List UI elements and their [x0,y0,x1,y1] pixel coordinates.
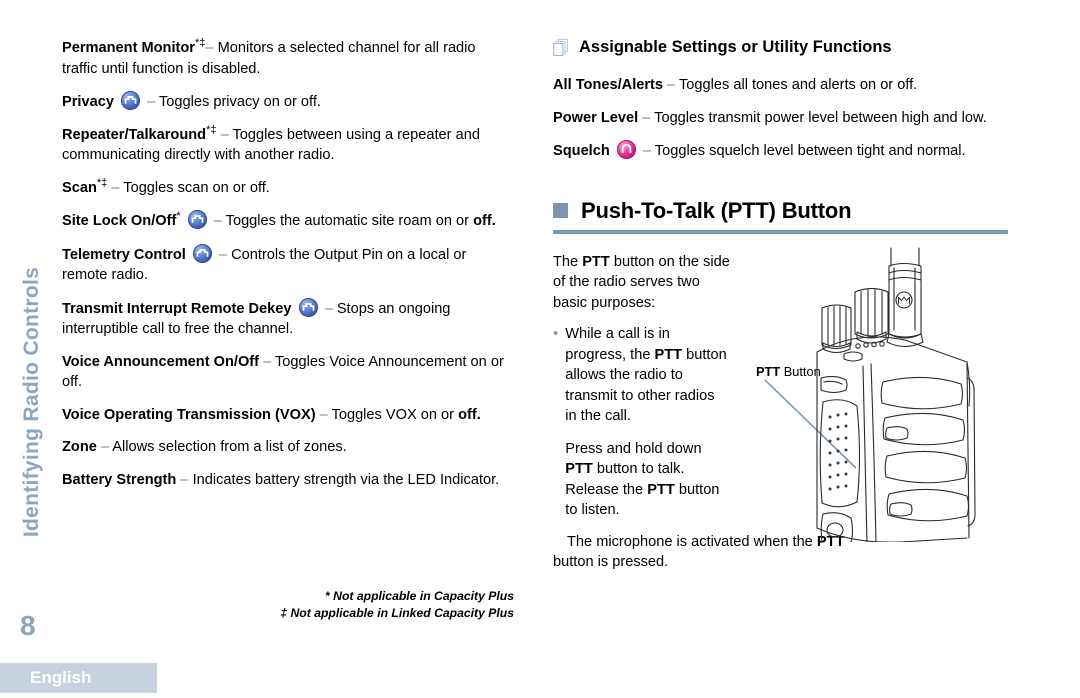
feature-term: Repeater/Talkaround [62,126,207,143]
feature-description: Toggles privacy on or off. [155,94,321,110]
function-button-blue-icon [187,210,207,229]
feature-entry-all-tones-alerts: All Tones/Alerts – Toggles all tones and… [553,75,1008,96]
feature-term: Squelch [553,143,610,159]
feature-dash: – [324,300,333,317]
feature-footnote-marks: * [176,210,181,223]
ptt-section-heading: Push-To-Talk (PTT) Button [553,198,1008,224]
bullet-dot-icon: • [553,325,559,342]
ptt-closing-seg1: The microphone is activated when the [567,533,817,550]
feature-dash: – [100,439,110,455]
feature-description: Indicates battery strength via the LED I… [188,471,500,488]
page-number: 8 [20,610,36,641]
ptt-bullet-body: While a call is in progress, the PTT but… [565,324,729,521]
feature-term: Transmit Interrupt Remote Dekey [62,300,292,317]
feature-description: Toggles the automatic site roam on or [221,213,474,229]
ptt-intro-paragraph: The PTT button on the side of the radio … [553,252,733,314]
feature-description-bold-tail: off. [458,406,481,423]
feature-description: Toggles VOX on or [327,406,459,423]
assignable-settings-heading-label: Assignable Settings or Utility Functions [579,38,892,56]
feature-entry-vox: Voice Operating Transmission (VOX) – Tog… [62,405,514,426]
feature-footnote-marks: *‡ [194,37,206,50]
ptt-body: The PTT button on the side of the radio … [553,246,1008,573]
feature-term: Power Level [553,109,639,126]
ptt-cont-bold2: PTT [647,481,675,498]
feature-description: Toggles scan on or off. [119,179,270,196]
chapter-title-vertical: Identifying Radio Controls [20,266,43,538]
ptt-section-heading-label: Push-To-Talk (PTT) Button [581,197,852,223]
feature-dash: – [263,353,272,370]
right-content-column: Assignable Settings or Utility Functions… [553,38,1008,573]
square-bullet-icon [553,203,568,218]
footnotes-block: * Not applicable in Capacity Plus ‡ Not … [62,588,514,621]
feature-description: Allows selection from a list of zones. [109,439,347,455]
feature-entry-scan: Scan*‡ – Toggles scan on or off. [62,176,514,199]
feature-entry-permanent-monitor: Permanent Monitor*‡– Monitors a selected… [62,38,514,79]
language-tab: English [0,663,157,693]
feature-dash: – [205,40,214,56]
feature-entry-telemetry-control: Telemetry Control – Controls the Output … [62,243,514,286]
feature-term: Privacy [62,94,114,110]
ptt-cont-bold1: PTT [565,461,593,477]
feature-dash: – [180,471,189,488]
ptt-bullet-continuation: Press and hold down PTT button to talk. … [565,439,729,521]
feature-dash: – [147,94,156,110]
feature-entry-site-lock: Site Lock On/Off* – Toggles the automati… [62,210,514,232]
feature-term: Zone [62,439,97,455]
ptt-closing-seg2: button is pressed. [553,554,669,570]
feature-description-bold-tail: off. [473,213,496,229]
function-button-pink-icon [616,140,636,159]
ptt-bullet-item: • While a call is in progress, the PTT b… [553,324,733,521]
feature-term: Site Lock On/Off [62,213,177,229]
ptt-intro-pre: The [553,253,583,270]
feature-term: Permanent Monitor [62,40,195,56]
feature-term: Voice Announcement On/Off [62,353,260,370]
ptt-cont-seg1: Press and hold down [565,440,702,457]
feature-dash: – [218,246,228,263]
feature-dash: – [319,406,328,423]
chapter-sidebar: Identifying Radio Controls 8 English [0,0,157,698]
feature-entry-privacy: Privacy – Toggles privacy on or off. [62,91,514,113]
callout-bold: PTT [756,363,781,379]
feature-footnote-marks: *‡ [96,176,108,189]
ptt-bullet-paragraph: While a call is in progress, the PTT but… [565,324,729,427]
feature-description: Toggles squelch level between tight and … [651,143,966,159]
ptt-text-block: The PTT button on the side of the radio … [553,252,733,521]
feature-entry-repeater-talkaround: Repeater/Talkaround*‡ – Toggles between … [62,123,514,166]
feature-footnote-marks: *‡ [206,123,217,136]
feature-entry-voice-announcement: Voice Announcement On/Off – Toggles Voic… [62,352,514,393]
ptt-bullet-bold1: PTT [654,346,683,363]
language-tab-label: English [30,668,92,687]
feature-term: Telemetry Control [62,246,186,263]
feature-entry-zone: Zone – Allows selection from a list of z… [62,437,514,458]
feature-dash: – [213,213,222,229]
feature-description: Toggles all tones and alerts on or off. [675,77,918,93]
footnote-double-dagger: ‡ Not applicable in Linked Capacity Plus [280,605,514,620]
assignable-settings-heading: Assignable Settings or Utility Functions [553,38,1008,57]
feature-dash: – [220,126,229,143]
two-way-radio-illustration [816,246,976,542]
function-button-blue-icon [298,297,318,317]
footnote-asterisk: * Not applicable in Capacity Plus [325,589,514,603]
feature-entry-transmit-interrupt-remote-dekey: Transmit Interrupt Remote Dekey – Stops … [62,297,514,340]
ptt-intro-bold: PTT [582,253,610,270]
stacked-pages-icon [553,38,570,57]
feature-entry-squelch: Squelch – Toggles squelch level between … [553,140,1008,162]
feature-term: All Tones/Alerts [553,77,664,93]
feature-entry-power-level: Power Level – Toggles transmit power lev… [553,108,1008,129]
feature-term: Battery Strength [62,471,177,488]
feature-term: Voice Operating Transmission (VOX) [62,406,316,423]
feature-description: Toggles transmit power level between hig… [650,109,987,126]
function-button-blue-icon [192,243,212,263]
feature-entry-battery-strength: Battery Strength – Indicates battery str… [62,470,514,491]
feature-dash: – [642,143,652,159]
left-content-column: Permanent Monitor*‡– Monitors a selected… [62,38,514,502]
function-button-blue-icon [121,91,140,110]
feature-term: Scan [62,179,97,196]
feature-dash: – [667,77,676,93]
section-divider [553,229,1008,234]
